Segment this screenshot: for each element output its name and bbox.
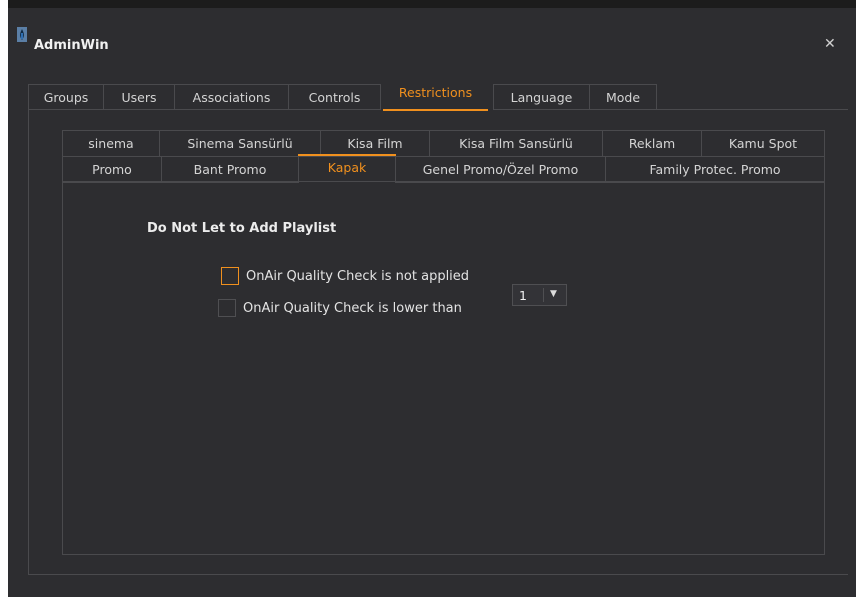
tab-groups[interactable]: Groups (28, 84, 104, 110)
window-title: AdminWin (34, 38, 109, 53)
subtab-kisa-film-sansurlu[interactable]: Kisa Film Sansürlü (429, 130, 603, 157)
sub-tab-content-box (62, 181, 825, 555)
onair-lower-than-label: OnAir Quality Check is lower than (243, 301, 462, 316)
quality-level-dropdown[interactable]: 1 ▼ (512, 284, 567, 306)
window-top-edge (8, 0, 856, 8)
subtab-kamu-spot[interactable]: Kamu Spot (701, 130, 825, 157)
app-icon (17, 27, 27, 42)
quality-level-value: 1 (519, 288, 527, 303)
subtab-kisa-film[interactable]: Kisa Film (320, 130, 430, 157)
subtab-promo[interactable]: Promo (62, 156, 162, 183)
panel-left-border (28, 110, 29, 575)
chevron-down-icon[interactable]: ▼ (550, 289, 557, 299)
onair-not-applied-checkbox[interactable] (221, 267, 239, 285)
subtab-family-protec-promo[interactable]: Family Protec. Promo (605, 156, 825, 183)
section-heading: Do Not Let to Add Playlist (147, 221, 337, 236)
tab-associations[interactable]: Associations (174, 84, 289, 110)
tab-language[interactable]: Language (493, 84, 590, 110)
tab-users[interactable]: Users (103, 84, 175, 110)
tab-mode[interactable]: Mode (589, 84, 657, 110)
subtab-kapak[interactable]: Kapak (298, 156, 396, 183)
close-icon[interactable]: ✕ (824, 36, 836, 52)
tab-controls[interactable]: Controls (288, 84, 381, 110)
subtab-bant-promo[interactable]: Bant Promo (161, 156, 299, 183)
subtab-reklam[interactable]: Reklam (602, 130, 702, 157)
subtab-sinema-sansurlu[interactable]: Sinema Sansürlü (159, 130, 321, 157)
onair-lower-than-checkbox[interactable] (218, 299, 236, 317)
tab-strip-border (656, 109, 848, 110)
subtab-sinema[interactable]: sinema (62, 130, 160, 157)
tab-restrictions[interactable]: Restrictions (383, 79, 488, 111)
subtab-genel-promo[interactable]: Genel Promo/Özel Promo (395, 156, 606, 183)
dropdown-separator (543, 288, 544, 302)
panel-bottom-border (28, 574, 848, 575)
onair-not-applied-label: OnAir Quality Check is not applied (246, 269, 470, 284)
